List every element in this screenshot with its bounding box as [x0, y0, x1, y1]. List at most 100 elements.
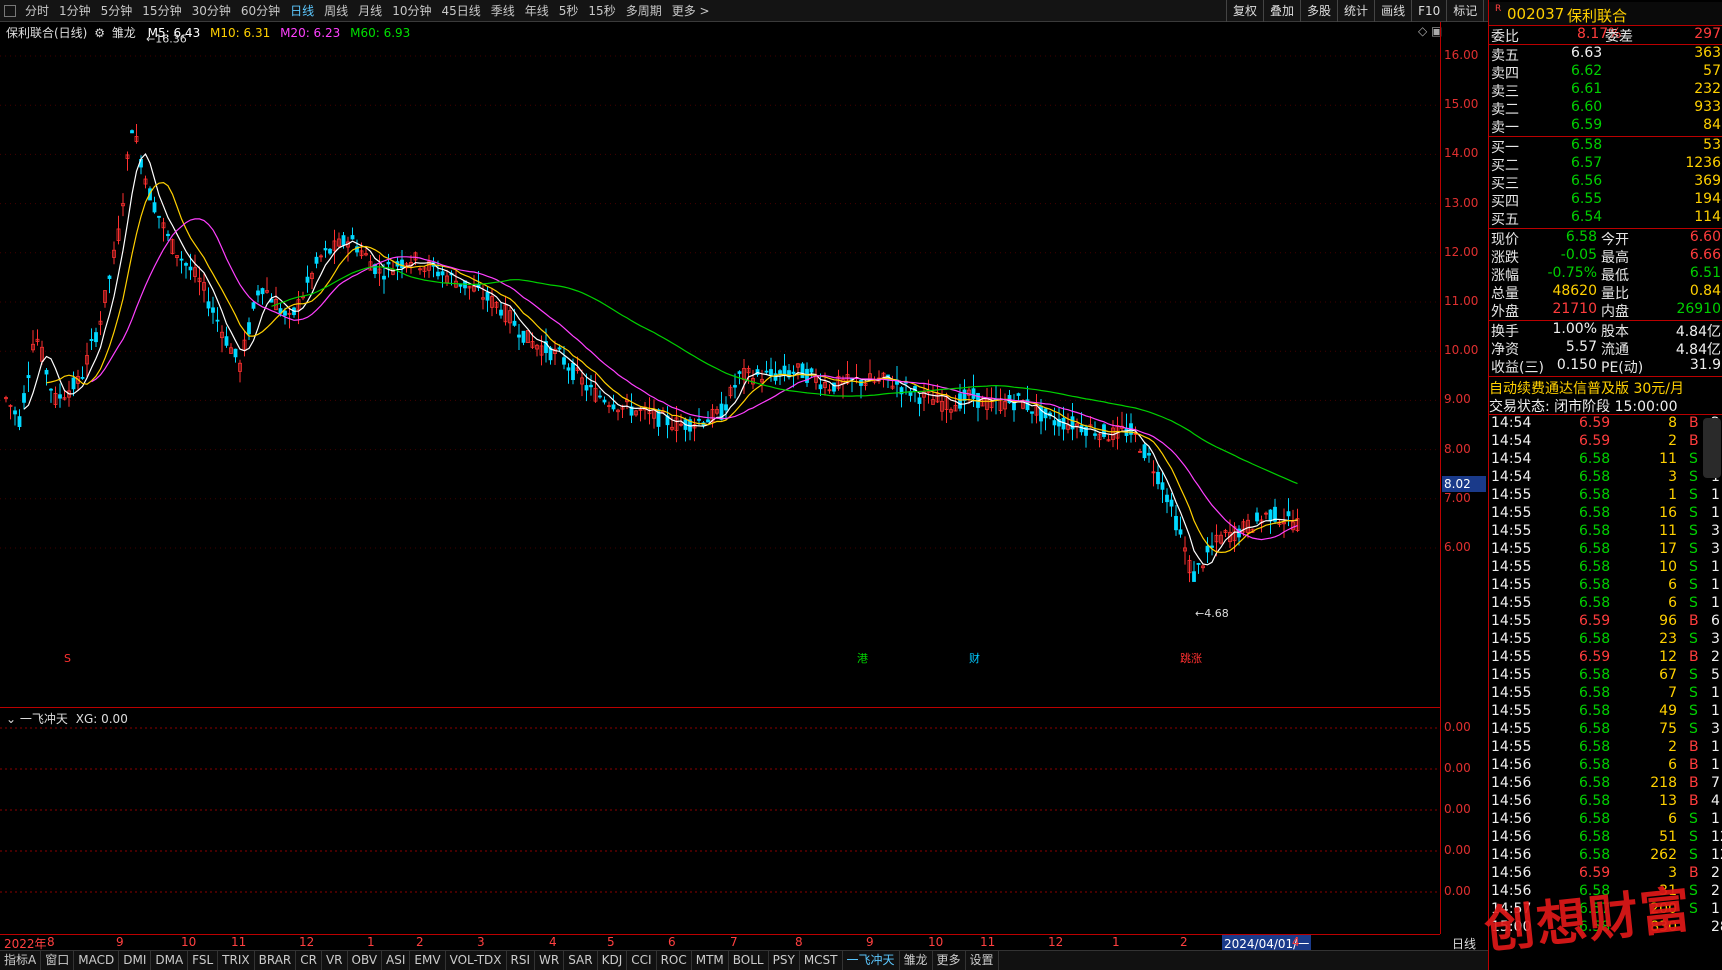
- collapse-icon[interactable]: ⌄: [6, 712, 16, 726]
- period-tab[interactable]: 60分钟: [236, 0, 285, 22]
- period-tab[interactable]: 周线: [319, 0, 353, 22]
- tick-side: B: [1689, 613, 1699, 629]
- indicator-tab[interactable]: CCI: [627, 951, 657, 970]
- tick-time: 14:56: [1491, 757, 1532, 773]
- candle-body: [157, 215, 161, 218]
- toolbar-button[interactable]: 标记: [1446, 0, 1483, 22]
- indicator-tab[interactable]: EMV: [410, 951, 446, 970]
- candle-body: [1079, 425, 1084, 433]
- indicator-tab[interactable]: FSL: [188, 951, 219, 970]
- candle-body: [562, 357, 566, 365]
- signal-marker: 跳涨: [1180, 651, 1202, 665]
- indicator-tab[interactable]: RSI: [507, 951, 536, 970]
- quote-row: 现价 6.58 今开 6.60: [1489, 229, 1722, 248]
- period-tab[interactable]: 10分钟: [387, 0, 436, 22]
- sell-volume: 57: [1703, 63, 1721, 79]
- indicator-tab[interactable]: ROC: [657, 951, 692, 970]
- quote-row: 14:56 6.58 13 B 4: [1489, 793, 1722, 810]
- date-tick: 11: [980, 935, 996, 949]
- indicator-tab[interactable]: SAR: [564, 951, 598, 970]
- period-tab[interactable]: 分时: [20, 0, 54, 22]
- period-tab[interactable]: 月线: [353, 0, 387, 22]
- indicator-tab[interactable]: 更多: [933, 951, 966, 970]
- indicator-panel[interactable]: ⌄ 一飞冲天 XG: 0.00: [0, 708, 1440, 934]
- period-tab[interactable]: 季线: [486, 0, 520, 22]
- candle-body: [26, 375, 31, 379]
- tick-count: 3: [1711, 541, 1720, 557]
- candle-body: [566, 367, 571, 371]
- date-tick: 10: [181, 935, 197, 949]
- kline-chart[interactable]: ←16.36 ←4.68 S 港 财 跳涨: [0, 22, 1440, 708]
- indicator-tab[interactable]: CR: [296, 951, 322, 970]
- indicator-tab[interactable]: VR: [322, 951, 348, 970]
- tick-time: 14:54: [1491, 415, 1532, 431]
- indicator-tab[interactable]: MTM: [692, 951, 729, 970]
- quote-row: 14:546.5811S1: [1489, 451, 1722, 468]
- indicator-tab[interactable]: ASI: [382, 951, 411, 970]
- period-tab[interactable]: 45日线: [436, 0, 485, 22]
- indicator-tab[interactable]: BOLL: [729, 951, 769, 970]
- toolbar-button[interactable]: 多股: [1300, 0, 1337, 22]
- candle-body: [1012, 402, 1016, 411]
- buy-volume: 194: [1694, 191, 1721, 207]
- tick-side: B: [1689, 757, 1699, 773]
- tick-volume: 2: [1668, 739, 1677, 755]
- indicator-tab[interactable]: MCST: [800, 951, 843, 970]
- tick-volume: 67: [1659, 667, 1677, 683]
- stat-value: 4.84亿: [1675, 342, 1721, 358]
- tick-time: 14:55: [1491, 595, 1532, 611]
- tick-price: 6.58: [1579, 667, 1611, 683]
- period-tab[interactable]: 30分钟: [187, 0, 236, 22]
- toolbar-button[interactable]: 叠加: [1263, 0, 1300, 22]
- indicator-tab[interactable]: 雏龙: [900, 951, 933, 970]
- candle-body: [382, 275, 386, 280]
- period-tab[interactable]: 15秒: [583, 0, 620, 22]
- indicator-tab[interactable]: MACD: [74, 951, 120, 970]
- tick-side: B: [1689, 775, 1699, 791]
- indicator-tab[interactable]: 窗口: [41, 951, 75, 970]
- period-tab[interactable]: 1分钟: [54, 0, 96, 22]
- stat-value: 4.84亿: [1675, 324, 1721, 340]
- indicator-tab[interactable]: PSY: [769, 951, 800, 970]
- tick-volume: 6: [1668, 595, 1677, 611]
- indicator-tab[interactable]: WR: [535, 951, 565, 970]
- indicator-tab[interactable]: 一飞冲天: [843, 951, 900, 970]
- stock-header: R 002037 保利联合: [1489, 2, 1722, 26]
- indicator-tab[interactable]: DMI: [119, 951, 152, 970]
- indicator-tab[interactable]: KDJ: [598, 951, 628, 970]
- indicator-tab[interactable]: VOL-TDX: [446, 951, 507, 970]
- indicator-tab[interactable]: DMA: [151, 951, 189, 970]
- candle-body: [215, 319, 220, 322]
- period-tab[interactable]: 5分钟: [96, 0, 138, 22]
- date-tick: 9: [866, 935, 874, 949]
- tick-side: B: [1689, 433, 1699, 449]
- window-menu-icon[interactable]: [4, 4, 16, 17]
- quote-row: 换手 1.00% 股本 4.84亿: [1489, 321, 1722, 340]
- date-tick: 12: [1048, 935, 1064, 949]
- indicator-tab[interactable]: 指标A: [0, 951, 42, 970]
- indicator-tab[interactable]: TRIX: [218, 951, 255, 970]
- tick-count: 1: [1711, 739, 1720, 755]
- period-tab[interactable]: 年线: [520, 0, 554, 22]
- indicator-tab[interactable]: 设置: [966, 951, 999, 970]
- quote-row: 14:55 6.59 96 B 6: [1489, 613, 1722, 630]
- ad-banner[interactable]: 自动续费通达信普及版 30元/月: [1489, 378, 1722, 397]
- toolbar-button[interactable]: 复权: [1226, 0, 1263, 22]
- toolbar-button[interactable]: F10: [1411, 0, 1446, 22]
- scroll-widget[interactable]: [1703, 418, 1721, 478]
- toolbar-button[interactable]: 画线: [1374, 0, 1411, 22]
- tick-volume: 75: [1659, 721, 1677, 737]
- period-tab[interactable]: 多周期: [621, 0, 667, 22]
- indicator-tab[interactable]: OBV: [348, 951, 383, 970]
- tick-volume: 17: [1659, 541, 1677, 557]
- candle-body: [571, 362, 575, 381]
- period-tab[interactable]: 15分钟: [137, 0, 186, 22]
- toolbar-button[interactable]: 统计: [1337, 0, 1374, 22]
- candle-body: [800, 363, 805, 379]
- signal-marker: 财: [969, 651, 980, 665]
- period-tab[interactable]: 日线: [285, 0, 319, 22]
- period-tab[interactable]: 更多 >: [667, 0, 715, 22]
- tick-price: 6.58: [1579, 793, 1611, 809]
- indicator-tab[interactable]: BRAR: [255, 951, 297, 970]
- period-tab[interactable]: 5秒: [554, 0, 584, 22]
